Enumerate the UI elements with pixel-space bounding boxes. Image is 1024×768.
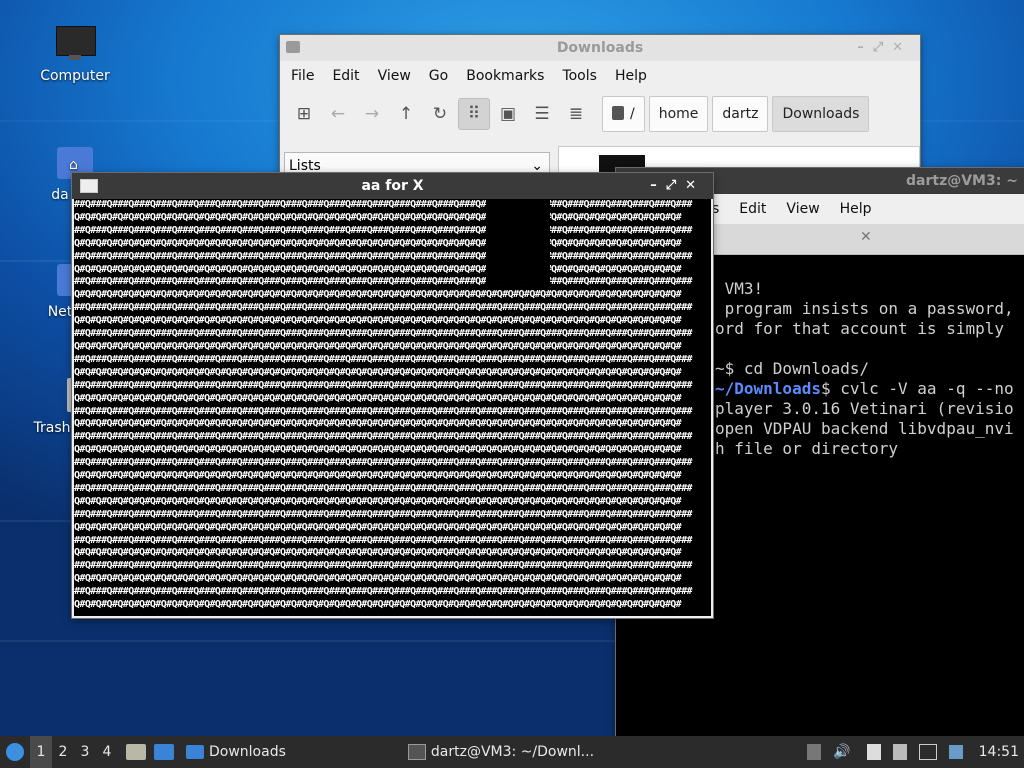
breadcrumb-root[interactable]: / [602,96,645,132]
terminal-icon [407,744,426,760]
menu-view[interactable]: View [776,201,829,217]
breadcrumb-downloads[interactable]: Downloads [772,96,870,132]
video-dark-region [486,199,550,285]
terminal-line: ~$ cd Downloads/ [715,359,870,378]
system-tray: 🔊 14:51 [795,736,1024,768]
desktop-icon-label: Trash [33,420,71,436]
menu-go[interactable]: Go [420,68,457,84]
terminal-line: ord for that account is simply [715,319,1004,338]
detailed-list-icon[interactable]: ≣ [560,98,592,130]
menu-file[interactable]: File [282,68,323,84]
menu-logo-icon[interactable] [0,736,30,768]
network-tray-icon[interactable] [918,744,937,760]
breadcrumb-dartz[interactable]: dartz [712,96,769,132]
folder-icon [186,745,204,759]
up-icon[interactable]: ↑ [390,98,422,130]
menu-view[interactable]: View [369,68,420,84]
desktop-icon-label: Computer [40,68,110,84]
updates-icon[interactable] [948,745,963,759]
window-controls[interactable]: –⤢✕ [650,173,705,199]
taskbar: 1 2 3 4 Downloads dartz@VM3: ~/Downl... … [0,736,1024,768]
clock: 14:51 [978,744,1019,760]
breadcrumb: / home dartz Downloads [602,96,873,132]
terminal-line: open VDPAU backend libvdpau_nvi [715,419,1014,438]
close-tab-icon[interactable]: ✕ [860,229,872,245]
back-icon[interactable]: ← [322,98,354,130]
app-icon [80,179,98,193]
drive-icon [612,106,624,120]
compact-view-icon[interactable]: ☰ [526,98,558,130]
terminal-line: player 3.0.16 Vetinari (revisio [715,399,1014,418]
menu-tools[interactable]: Tools [553,68,606,84]
desktop-icon-computer[interactable]: Computer [30,24,120,84]
workspace-4[interactable]: 4 [96,736,118,768]
icon-view-icon[interactable]: ⠿ [458,98,490,130]
terminal-line: VM3! [715,279,764,298]
menu-help[interactable]: Help [830,201,882,217]
desktop-icon-label: Net [47,304,73,320]
task-downloads[interactable]: Downloads [180,736,292,768]
file-manager-menubar: File Edit View Go Bookmarks Tools Help [280,61,920,91]
upload-icon[interactable] [807,744,822,760]
volume-icon[interactable]: 🔊 [833,744,850,760]
folder-icon [286,41,300,53]
thumbnail-view-icon[interactable]: ▣ [492,98,524,130]
terminal-line: h file or directory [715,439,899,458]
show-desktop-icon[interactable] [126,744,146,760]
menu-edit[interactable]: Edit [323,68,368,84]
desktop-icon-label: da [51,187,69,203]
ascii-art-video: ##Q###Q###Q###Q###Q###Q###Q###Q###Q###Q#… [74,199,711,616]
terminal-line: program insists on a password, [715,299,1014,318]
ascii-art-frame: ##Q###Q###Q###Q###Q###Q###Q###Q###Q###Q#… [74,199,693,611]
window-title: dartz@VM3: ~ [906,173,1018,189]
file-manager-launcher-icon[interactable] [154,744,174,760]
workspace-3[interactable]: 3 [74,736,96,768]
workspace-1[interactable]: 1 [30,736,52,768]
terminal-line: ~/Downloads$ cvlc -V aa -q --no [715,379,1014,398]
task-terminal[interactable]: dartz@VM3: ~/Downl... [402,736,600,768]
prompt-path: ~/Downloads [715,379,821,398]
window-title: Downloads [556,40,644,56]
new-tab-icon[interactable]: ⊞ [288,98,320,130]
workspace-2[interactable]: 2 [52,736,74,768]
file-manager-window[interactable]: Downloads –⤢✕ File Edit View Go Bookmark… [280,35,920,185]
clipboard-icon[interactable] [866,744,881,760]
menu-edit[interactable]: Edit [729,201,776,217]
aa-video-window[interactable]: aa for X –⤢✕ ##Q###Q###Q###Q###Q###Q###Q… [72,173,713,618]
window-title: aa for X [361,178,424,194]
menu-bookmarks[interactable]: Bookmarks [457,68,553,84]
breadcrumb-home[interactable]: home [648,96,709,132]
notes-icon[interactable] [892,744,907,760]
menu-help[interactable]: Help [606,68,656,84]
window-controls[interactable]: –⤢✕ [857,35,912,61]
computer-icon [55,24,96,64]
forward-icon[interactable]: → [356,98,388,130]
file-manager-titlebar[interactable]: Downloads –⤢✕ [280,35,920,61]
reload-icon[interactable]: ↻ [424,98,456,130]
aa-titlebar[interactable]: aa for X –⤢✕ [72,173,713,199]
file-manager-toolbar: ⊞ ← → ↑ ↻ ⠿ ▣ ☰ ≣ / home dartz Downloads [280,91,920,137]
